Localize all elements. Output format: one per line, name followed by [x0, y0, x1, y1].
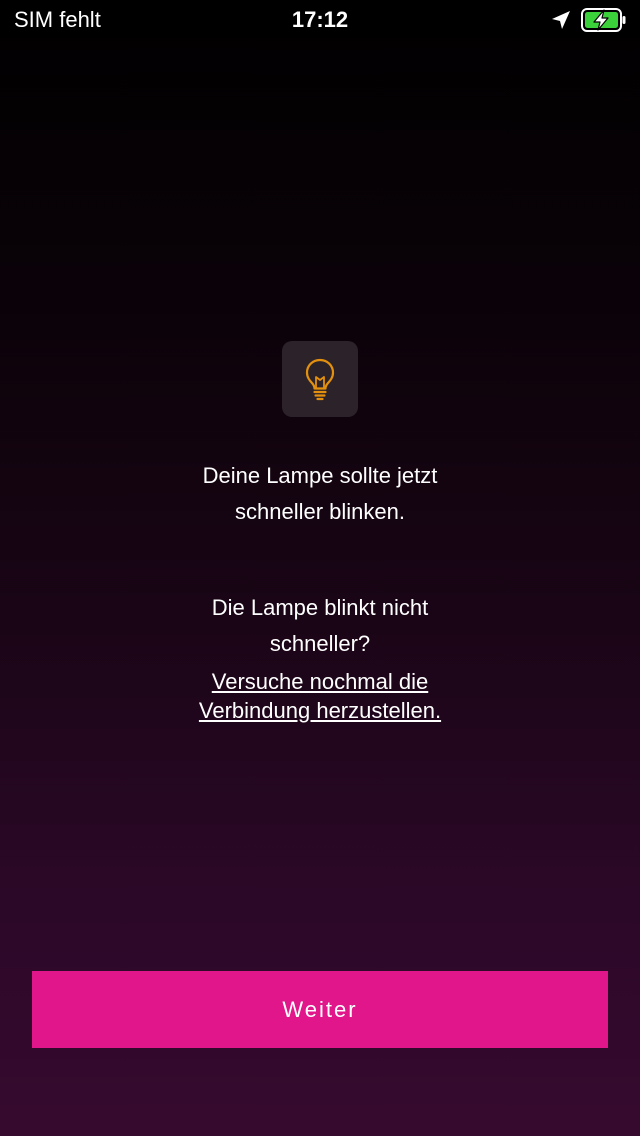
retry-connection-link[interactable]: Versuche nochmal die Verbindung herzuste…: [160, 667, 480, 725]
question-line: schneller?: [269, 631, 371, 656]
lightbulb-icon: [305, 358, 335, 401]
link-line[interactable]: Verbindung herzustellen.: [160, 696, 480, 725]
link-line[interactable]: Versuche nochmal die: [160, 667, 480, 696]
message-line: Deine Lampe sollte jetzt: [202, 463, 438, 488]
message-line: schneller blinken.: [235, 499, 405, 524]
status-time: 17:12: [291, 7, 349, 32]
lamp-tile: [282, 341, 358, 417]
question-line: Die Lampe blinkt nicht: [211, 595, 429, 620]
location-arrow-icon: [552, 11, 570, 29]
status-message: Deine Lampe sollte jetzt schneller blink…: [120, 458, 520, 530]
status-bar: SIM fehlt 17:12: [0, 0, 640, 40]
continue-button[interactable]: Weiter: [32, 971, 608, 1048]
battery-charging-icon: [581, 8, 626, 32]
help-question: Die Lampe blinkt nicht schneller?: [120, 590, 520, 662]
